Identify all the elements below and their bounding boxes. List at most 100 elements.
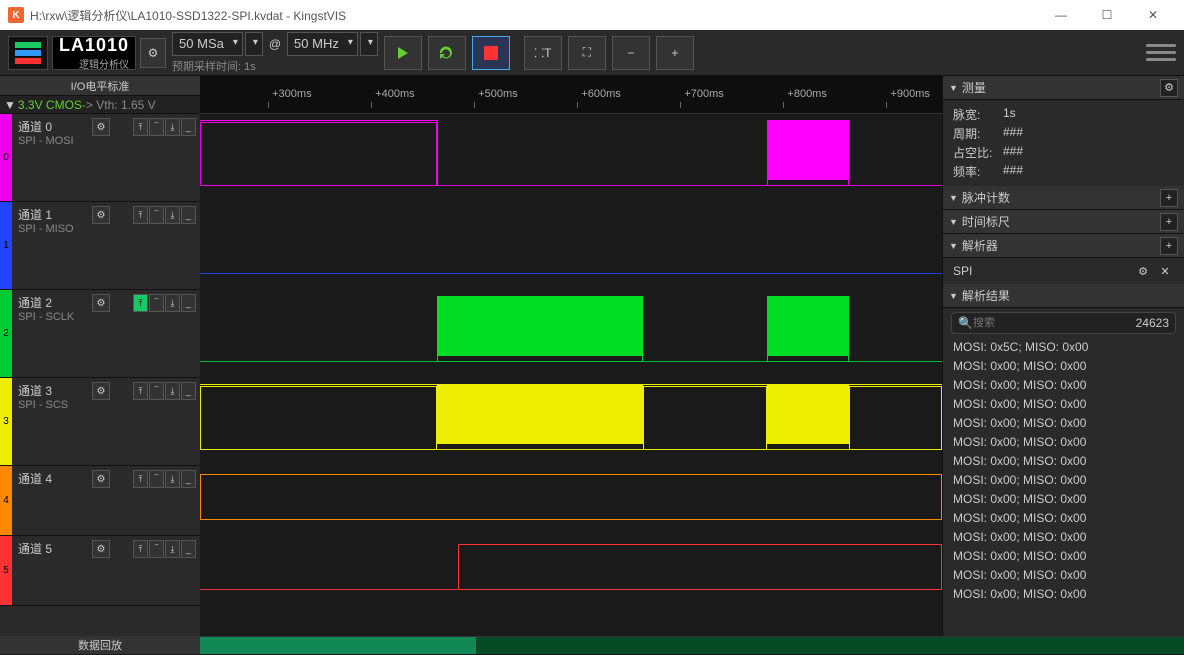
minimize-button[interactable]: — [1038,0,1084,30]
decoder-remove-icon[interactable]: ✕ [1156,262,1174,280]
decode-line[interactable]: MOSI: 0x00; MISO: 0x00 [953,357,1174,376]
decode-line[interactable]: MOSI: 0x00; MISO: 0x00 [953,547,1174,566]
waveform-row [200,290,942,378]
decode-line[interactable]: MOSI: 0x5C; MISO: 0x00 [953,338,1174,357]
channel-gear-icon[interactable]: ⚙ [92,294,110,312]
channel-gear-icon[interactable]: ⚙ [92,206,110,224]
edge-high-button[interactable]: ‾ [149,540,164,558]
edge-low-button[interactable]: _ [181,294,196,312]
run-button[interactable] [384,36,422,70]
time-header[interactable]: ▼时间标尺+ [943,210,1184,234]
device-box[interactable]: LA1010 逻辑分析仪 [52,36,136,70]
decode-line[interactable]: MOSI: 0x00; MISO: 0x00 [953,585,1174,604]
channel-gear-icon[interactable]: ⚙ [92,470,110,488]
measure-key: 周期: [953,125,1003,142]
edge-high-button[interactable]: ‾ [149,206,164,224]
decode-line[interactable]: MOSI: 0x00; MISO: 0x00 [953,395,1174,414]
decoder-item-label: SPI [953,264,972,278]
edge-rise-button[interactable]: ⤒ [133,206,148,224]
device-settings-button[interactable]: ⚙ [140,38,166,68]
decode-line[interactable]: MOSI: 0x00; MISO: 0x00 [953,376,1174,395]
ruler-tick: +500ms [478,88,517,100]
sample-size-dropdown[interactable] [245,32,263,56]
decode-line[interactable]: MOSI: 0x00; MISO: 0x00 [953,452,1174,471]
time-add-button[interactable]: + [1160,213,1178,231]
measure-header[interactable]: ▼测量⚙ [943,76,1184,100]
edge-high-button[interactable]: ‾ [149,118,164,136]
close-button[interactable]: ✕ [1130,0,1176,30]
edge-low-button[interactable]: _ [181,470,196,488]
edge-rise-button[interactable]: ⤒ [133,470,148,488]
zoom-fit-button[interactable]: ⛶ [568,36,606,70]
edge-rise-button[interactable]: ⤒ [133,540,148,558]
edge-high-button[interactable]: ‾ [149,382,164,400]
edge-low-button[interactable]: _ [181,206,196,224]
expected-time-label: 预期采样时间: 1s [172,58,378,74]
edge-rise-button[interactable]: ⤒ [133,382,148,400]
decoder-item-spi[interactable]: SPI ⚙✕ [943,258,1184,284]
decoder-header[interactable]: ▼解析器+ [943,234,1184,258]
edge-low-button[interactable]: _ [181,382,196,400]
measure-key: 脉宽: [953,106,1003,123]
waveform-row [200,378,942,466]
edge-fall-button[interactable]: ⤓ [165,294,180,312]
loop-button[interactable] [428,36,466,70]
ruler-tick: +900ms [890,88,929,100]
window-titlebar: K H:\rxw\逻辑分析仪\LA1010-SSD1322-SPI.kvdat … [0,0,1184,30]
edge-fall-button[interactable]: ⤓ [165,118,180,136]
decode-line[interactable]: MOSI: 0x00; MISO: 0x00 [953,528,1174,547]
at-label: @ [269,37,281,51]
edge-rise-button[interactable]: ⤒ [133,294,148,312]
edge-high-button[interactable]: ‾ [149,294,164,312]
menu-button[interactable] [1146,38,1176,68]
channel-gear-icon[interactable]: ⚙ [92,382,110,400]
decoder-add-button[interactable]: + [1160,237,1178,255]
decode-line[interactable]: MOSI: 0x00; MISO: 0x00 [953,414,1174,433]
sample-size-select[interactable]: 50 MSa [172,32,243,56]
channel-gear-icon[interactable]: ⚙ [92,118,110,136]
stop-button[interactable] [472,36,510,70]
cmos-row[interactable]: ▼ 3.3V CMOS -> Vth: 1.65 V [0,96,200,114]
io-standard-header[interactable]: I/O电平标准 [0,76,200,96]
sample-rate-select[interactable]: 50 MHz [287,32,358,56]
edge-fall-button[interactable]: ⤓ [165,470,180,488]
measure-gear-icon[interactable]: ⚙ [1160,79,1178,97]
decode-line[interactable]: MOSI: 0x00; MISO: 0x00 [953,566,1174,585]
decoder-gear-icon[interactable]: ⚙ [1134,262,1152,280]
sample-rate-dropdown[interactable] [360,32,378,56]
edge-high-button[interactable]: ‾ [149,470,164,488]
pulse-add-button[interactable]: + [1160,189,1178,207]
measure-key: 占空比: [953,144,1003,161]
measure-value: ### [1003,125,1023,142]
channel-gear-icon[interactable]: ⚙ [92,540,110,558]
results-search[interactable]: 🔍 24623 [951,312,1176,334]
decoder-title: 解析器 [962,237,998,254]
decode-line[interactable]: MOSI: 0x00; MISO: 0x00 [953,490,1174,509]
edge-low-button[interactable]: _ [181,118,196,136]
cursor-tool-button[interactable]: ⸬T [524,36,562,70]
zoom-in-button[interactable]: + [656,36,694,70]
maximize-button[interactable]: ☐ [1084,0,1130,30]
pulse-header[interactable]: ▼脉冲计数+ [943,186,1184,210]
footer: 数据回放 [0,636,1184,654]
time-ruler[interactable]: +300ms+400ms+500ms+600ms+700ms+800ms+900… [200,76,942,114]
sample-group: 50 MSa @ 50 MHz 预期采样时间: 1s [172,32,378,74]
edge-fall-button[interactable]: ⤓ [165,540,180,558]
edge-low-button[interactable]: _ [181,540,196,558]
expand-icon: ▼ [4,98,16,112]
results-header[interactable]: ▼解析结果 [943,284,1184,308]
search-input[interactable] [973,317,1136,329]
results-list[interactable]: MOSI: 0x5C; MISO: 0x00MOSI: 0x00; MISO: … [943,338,1184,636]
device-name: LA1010 [59,35,129,56]
edge-rise-button[interactable]: ⤒ [133,118,148,136]
search-icon: 🔍 [958,316,973,330]
waveform-view[interactable]: +300ms+400ms+500ms+600ms+700ms+800ms+900… [200,76,942,636]
edge-fall-button[interactable]: ⤓ [165,206,180,224]
zoom-out-button[interactable]: − [612,36,650,70]
waveform-row [200,536,942,606]
edge-fall-button[interactable]: ⤓ [165,382,180,400]
decode-line[interactable]: MOSI: 0x00; MISO: 0x00 [953,509,1174,528]
decode-line[interactable]: MOSI: 0x00; MISO: 0x00 [953,471,1174,490]
overview-bar[interactable] [200,637,1184,654]
decode-line[interactable]: MOSI: 0x00; MISO: 0x00 [953,433,1174,452]
